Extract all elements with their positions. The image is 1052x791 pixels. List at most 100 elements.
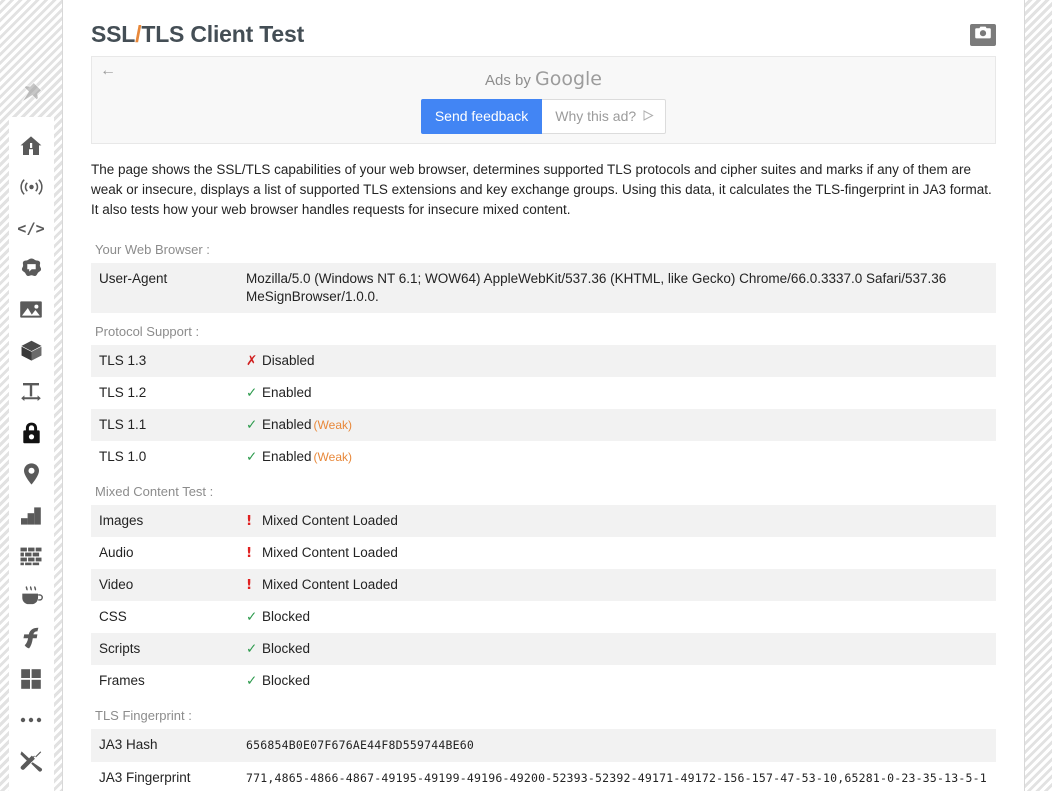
- table-row: TLS 1.3 ✗ Disabled: [91, 345, 996, 377]
- cross-icon: ✗: [246, 353, 258, 369]
- page-card: SSL/TLS Client Test ← Ads by Google Send…: [62, 0, 1025, 791]
- row-value: ✓ Blocked: [241, 633, 996, 665]
- ads-by-text: Ads by: [484, 72, 531, 89]
- table-row: Scripts ✓ Blocked: [91, 633, 996, 665]
- why-this-ad-button[interactable]: Why this ad?: [542, 99, 667, 134]
- weak-badge: (Weak): [313, 418, 352, 432]
- sidebar-item-comment[interactable]: [9, 248, 54, 289]
- check-icon: ✓: [246, 609, 258, 625]
- row-value: ! Mixed Content Loaded: [241, 569, 996, 601]
- ads-by-google: Ads by Google: [485, 68, 602, 90]
- pushpin-icon[interactable]: [18, 80, 44, 111]
- camera-icon: [975, 26, 991, 44]
- table-row: TLS 1.1 ✓ Enabled (Weak): [91, 409, 996, 441]
- page-title: SSL/TLS Client Test: [91, 21, 304, 48]
- row-value: ✓ Enabled (Weak): [241, 409, 996, 441]
- check-icon: ✓: [246, 385, 258, 401]
- left-sidebar: </>: [0, 0, 62, 791]
- sidebar-item-windows[interactable]: [9, 658, 54, 699]
- sidebar-item-cube[interactable]: [9, 330, 54, 371]
- sidebar-item-firewall[interactable]: [9, 535, 54, 576]
- row-value-text: Blocked: [262, 609, 311, 624]
- ads-back-arrow[interactable]: ←: [100, 63, 116, 79]
- table-row: JA3 Fingerprint 771,4865-4866-4867-49195-…: [91, 762, 996, 791]
- sidebar-item-code[interactable]: </>: [9, 207, 54, 248]
- row-value-text: Mixed Content Loaded: [262, 577, 398, 592]
- row-key: TLS 1.0: [99, 449, 147, 464]
- why-this-ad-label: Why this ad?: [555, 108, 637, 124]
- sections-container: Your Web Browser : User-Agent Mozilla/5.0 …: [91, 236, 996, 791]
- section-label-tls-fingerprint: TLS Fingerprint :: [95, 708, 192, 723]
- row-key: Audio: [99, 545, 134, 560]
- row-value-text: Enabled: [262, 449, 312, 464]
- svg-text:</>: </>: [18, 219, 44, 237]
- check-icon: ✓: [246, 417, 258, 433]
- sidebar-item-broadcast[interactable]: [9, 166, 54, 207]
- sidebar-item-tools[interactable]: [9, 740, 54, 781]
- row-value-text: Mozilla/5.0 (Windows NT 6.1; WOW64) Appl…: [246, 271, 947, 304]
- row-key: TLS 1.2: [99, 385, 147, 400]
- section-label-mixed-content-test: Mixed Content Test :: [95, 484, 214, 499]
- pin-slot: [0, 0, 62, 117]
- row-key: Frames: [99, 673, 145, 688]
- row-value: ✗ Disabled: [241, 345, 996, 377]
- table-row: JA3 Hash 656854B0E07F676AE44F8D559744BE60: [91, 729, 996, 762]
- row-key: JA3 Hash: [99, 737, 158, 752]
- sidebar-item-flash[interactable]: [9, 617, 54, 658]
- check-icon: ✓: [246, 449, 258, 465]
- row-value-text: Mixed Content Loaded: [262, 513, 398, 528]
- row-key: JA3 Fingerprint: [99, 770, 191, 785]
- table-row: Audio! Mixed Content Loaded: [91, 537, 996, 569]
- page-description: The page shows the SSL/TLS capabilities …: [91, 162, 992, 217]
- table-your-web-browser: User-Agent Mozilla/5.0 (Windows NT 6.1; W…: [91, 263, 996, 313]
- row-value: ! Mixed Content Loaded: [241, 505, 996, 537]
- page-title-part2: TLS Client Test: [141, 21, 305, 47]
- check-icon: ✓: [246, 641, 258, 657]
- row-value: ✓ Blocked: [241, 601, 996, 633]
- row-value: 771,4865-4866-4867-49195-49199-49196-492…: [241, 762, 996, 791]
- sidebar-icon-rail: </>: [8, 117, 54, 791]
- table-tls-fingerprint: JA3 Hash 656854B0E07F676AE44F8D559744BE60…: [91, 729, 996, 791]
- row-value: ✓ Enabled (Weak): [241, 441, 996, 473]
- page-title-part1: SSL: [91, 21, 136, 47]
- sidebar-item-text-width[interactable]: [9, 371, 54, 412]
- play-triangle-icon: [643, 108, 654, 124]
- table-row: CSS ✓ Blocked: [91, 601, 996, 633]
- table-row: TLS 1.2 ✓ Enabled: [91, 377, 996, 409]
- sidebar-item-home[interactable]: [9, 125, 54, 166]
- row-key: TLS 1.1: [99, 417, 147, 432]
- row-value: ! Mixed Content Loaded: [241, 537, 996, 569]
- ads-inner: Ads by Google Send feedback Why this ad?: [92, 57, 995, 134]
- google-wordmark: Google: [535, 68, 603, 90]
- row-value-text: Blocked: [262, 641, 311, 656]
- warning-icon: !: [246, 513, 253, 529]
- row-value-text: 656854B0E07F676AE44F8D559744BE60: [246, 738, 474, 752]
- row-value: ✓ Enabled: [241, 377, 996, 409]
- send-feedback-button[interactable]: Send feedback: [420, 99, 543, 134]
- row-value-text: Mixed Content Loaded: [262, 545, 398, 560]
- camera-button[interactable]: [970, 23, 996, 46]
- sidebar-item-security[interactable]: [9, 412, 54, 453]
- row-key: Scripts: [99, 641, 141, 656]
- ads-buttons: Send feedback Why this ad?: [420, 99, 667, 134]
- sidebar-item-location[interactable]: [9, 453, 54, 494]
- row-value-text: Disabled: [262, 353, 315, 368]
- check-icon: ✓: [246, 673, 258, 689]
- table-row: TLS 1.0 ✓ Enabled (Weak): [91, 441, 996, 473]
- sidebar-item-java[interactable]: [9, 576, 54, 617]
- table-mixed-content-test: Images! Mixed Content Loaded Audio! Mixed C…: [91, 505, 996, 697]
- warning-icon: !: [246, 577, 253, 593]
- row-key: CSS: [99, 609, 127, 624]
- row-value-text: Blocked: [262, 673, 311, 688]
- row-value: Mozilla/5.0 (Windows NT 6.1; WOW64) Appl…: [241, 263, 996, 313]
- warning-icon: !: [246, 545, 253, 561]
- sidebar-item-statistics[interactable]: [9, 494, 54, 535]
- section-label-protocol-support: Protocol Support :: [95, 324, 200, 339]
- row-value-text: Enabled: [262, 385, 312, 400]
- row-key: Video: [99, 577, 134, 592]
- weak-badge: (Weak): [313, 450, 352, 464]
- table-row: Images! Mixed Content Loaded: [91, 505, 996, 537]
- table-row: User-Agent Mozilla/5.0 (Windows NT 6.1; W…: [91, 263, 996, 313]
- sidebar-item-image[interactable]: [9, 289, 54, 330]
- sidebar-item-more[interactable]: [9, 699, 54, 740]
